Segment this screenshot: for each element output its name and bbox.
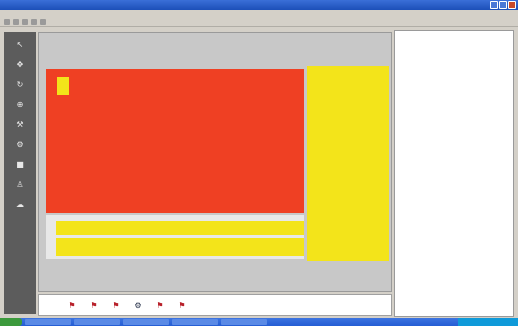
toolbar-button[interactable] xyxy=(4,19,10,25)
device-icon: ⚑ xyxy=(178,300,186,310)
toolbar-button[interactable] xyxy=(22,19,28,25)
block-tool[interactable]: ■ xyxy=(11,158,29,171)
cloud-tool[interactable]: ☁ xyxy=(11,198,29,211)
window-controls xyxy=(490,1,516,9)
device-icon: ⚑ xyxy=(156,300,164,310)
window-titlebar xyxy=(0,0,518,10)
minimize-button[interactable] xyxy=(490,1,498,9)
person-tool[interactable]: ♙ xyxy=(11,178,29,191)
rotate-tool[interactable]: ↻ xyxy=(11,78,29,91)
start-button[interactable] xyxy=(0,318,22,326)
component-item[interactable]: ⚙ xyxy=(131,301,145,310)
yellow-row-upper[interactable] xyxy=(56,221,304,235)
taskbar-item[interactable] xyxy=(172,319,218,325)
component-item[interactable]: ⚑ xyxy=(153,301,167,310)
taskbar-item[interactable] xyxy=(74,319,120,325)
wrench-icon: ⚒ xyxy=(16,119,24,129)
person-icon: ♙ xyxy=(16,179,24,189)
component-item[interactable]: ⚑ xyxy=(87,301,101,310)
property-key xyxy=(398,97,428,101)
red-zone[interactable] xyxy=(46,69,304,213)
toolbar xyxy=(0,18,518,27)
toolbar-button[interactable] xyxy=(40,19,46,25)
gear-icon: ⚙ xyxy=(16,139,24,149)
tool-palette: ↖ ✥ ↻ ⊕ ⚒ ⚙ ■ ♙ ☁ xyxy=(4,32,36,314)
gear-tool[interactable]: ⚙ xyxy=(11,138,29,151)
zoom-icon: ⊕ xyxy=(16,99,24,109)
gear-icon: ⚙ xyxy=(134,300,142,310)
maximize-button[interactable] xyxy=(499,1,507,9)
rotate-icon: ↻ xyxy=(16,79,24,89)
wrench-tool[interactable]: ⚒ xyxy=(11,118,29,131)
toolbar-button[interactable] xyxy=(13,19,19,25)
taskbar-item[interactable] xyxy=(123,319,169,325)
block-icon: ■ xyxy=(16,159,24,169)
property-row[interactable] xyxy=(398,97,510,101)
zoom-tool[interactable]: ⊕ xyxy=(11,98,29,111)
device-icon: ⚑ xyxy=(112,300,120,310)
component-item[interactable]: ⚑ xyxy=(65,301,79,310)
cloud-icon: ☁ xyxy=(16,199,24,209)
taskbar-item[interactable] xyxy=(25,319,71,325)
pointer-tool[interactable]: ↖ xyxy=(11,38,29,51)
component-item[interactable]: ⚑ xyxy=(175,301,189,310)
close-button[interactable] xyxy=(508,1,516,9)
component-item[interactable]: ⚑ xyxy=(109,301,123,310)
layout-canvas[interactable] xyxy=(38,32,392,292)
move-icon: ✥ xyxy=(16,59,24,69)
menu-bar xyxy=(0,10,518,18)
move-tool[interactable]: ✥ xyxy=(11,58,29,71)
system-tray xyxy=(458,318,518,326)
taskbar-item[interactable] xyxy=(221,319,267,325)
right-yellow-zone[interactable] xyxy=(307,66,389,261)
taskbar xyxy=(0,318,518,326)
property-panel[interactable] xyxy=(394,30,514,317)
pointer-icon: ↖ xyxy=(16,39,24,49)
device-icon: ⚑ xyxy=(90,300,98,310)
toolbar-button[interactable] xyxy=(31,19,37,25)
component-icon-row: ⚑ ⚑ ⚑ ⚙ ⚑ ⚑ xyxy=(38,294,392,316)
device-icon: ⚑ xyxy=(68,300,76,310)
small-yellow-block[interactable] xyxy=(57,77,69,95)
yellow-row-lower[interactable] xyxy=(56,238,304,256)
